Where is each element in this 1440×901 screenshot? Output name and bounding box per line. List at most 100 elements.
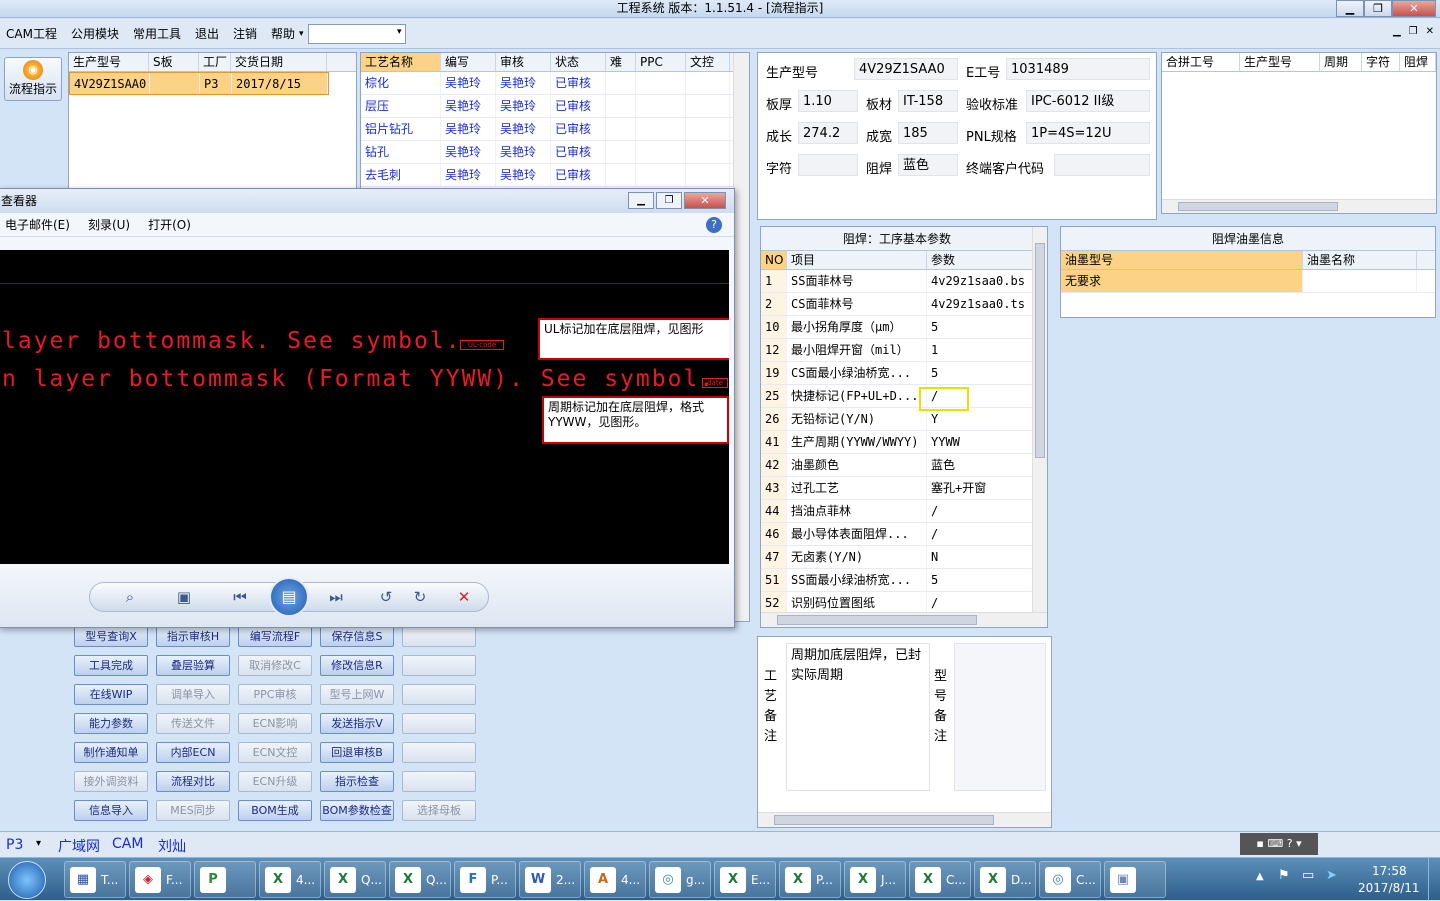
merge-col-period[interactable]: 周期: [1320, 53, 1362, 71]
action-button-2-4[interactable]: [402, 684, 476, 705]
taskbar-item[interactable]: X J...: [844, 861, 906, 898]
start-button[interactable]: [8, 861, 46, 899]
action-button-1-4[interactable]: [402, 655, 476, 676]
thick-value[interactable]: 1.10: [798, 90, 858, 112]
action-button-1-0[interactable]: 工具完成: [74, 655, 148, 676]
table-row[interactable]: 棕化 吴艳玲 吴艳玲 已审核: [361, 72, 749, 95]
table-row[interactable]: 铝片钻孔 吴艳玲 吴艳玲 已审核: [361, 118, 749, 141]
table-row[interactable]: 12 最小阻焊开窗（mil） 1: [761, 339, 1033, 362]
merge-scrollbar[interactable]: [1162, 199, 1436, 213]
action-button-5-0[interactable]: 接外调资料: [74, 771, 148, 792]
action-button-2-0[interactable]: 在线WIP: [74, 684, 148, 705]
taskbar-item[interactable]: A 4...: [584, 861, 646, 898]
zoom-icon[interactable]: ⌕: [115, 584, 145, 610]
model-value[interactable]: 4V29Z1SAA0: [854, 58, 958, 80]
action-button-3-2[interactable]: ECN影响: [238, 713, 312, 734]
viewer-menu-burn[interactable]: 刻录(U): [88, 216, 130, 233]
merge-col-char[interactable]: 字符: [1362, 53, 1400, 71]
merge-col-model[interactable]: 生产型号: [1240, 53, 1320, 71]
taskbar-item[interactable]: ◎ C...: [1039, 861, 1101, 898]
merge-col-job[interactable]: 合拼工号: [1162, 53, 1240, 71]
len-value[interactable]: 274.2: [798, 122, 858, 144]
mat-value[interactable]: IT-158: [898, 90, 958, 112]
flow-instruction-button[interactable]: ◉ 流程指示: [4, 57, 62, 101]
action-button-6-1[interactable]: MES同步: [156, 800, 230, 821]
taskbar-item[interactable]: ◎ g...: [649, 861, 711, 898]
action-button-4-4[interactable]: [402, 742, 476, 763]
taskbar-item[interactable]: P: [194, 861, 256, 898]
action-button-2-1[interactable]: 调单导入: [156, 684, 230, 705]
table-row[interactable]: 4V29Z1SAA0 P3 2017/8/15: [69, 72, 329, 95]
notes-scrollbar[interactable]: [758, 812, 1051, 827]
mdi-close-button[interactable]: ✕: [1426, 26, 1434, 37]
next-icon[interactable]: ⏭: [321, 584, 351, 610]
taskbar-item[interactable]: W 2...: [519, 861, 581, 898]
action-button-2-3[interactable]: 型号上网W: [320, 684, 394, 705]
wid-value[interactable]: 185: [898, 122, 958, 144]
action-button-5-4[interactable]: [402, 771, 476, 792]
taskbar-item[interactable]: X Q...: [324, 861, 386, 898]
jobs-col-factory[interactable]: 工厂: [199, 53, 231, 71]
ink-col-name[interactable]: 油墨名称: [1303, 251, 1417, 269]
tray-monitor-icon[interactable]: ▭: [1302, 868, 1314, 883]
process-notes-text[interactable]: 周期加底层阻焊，已封实际周期: [786, 643, 930, 791]
viewer-restore-button[interactable]: ❐: [656, 192, 682, 209]
ink-col-type[interactable]: 油墨型号: [1061, 251, 1303, 269]
table-row[interactable]: 46 最小导体表面阻焊... /: [761, 523, 1033, 546]
params-col-value[interactable]: 参数: [927, 251, 1033, 269]
merge-col-mask[interactable]: 阻焊: [1400, 53, 1436, 71]
action-button-6-3[interactable]: BOM参数检查: [320, 800, 394, 821]
taskbar-item[interactable]: ◈ F...: [129, 861, 191, 898]
cust-value[interactable]: [1054, 154, 1150, 176]
table-row[interactable]: 43 过孔工艺 塞孔+开窗: [761, 477, 1033, 500]
process-scrollbar[interactable]: [733, 53, 749, 621]
table-row[interactable]: 47 无卤素(Y/N) N: [761, 546, 1033, 569]
table-row[interactable]: 10 最小拐角厚度（μm） 5: [761, 316, 1033, 339]
params-col-no[interactable]: NO: [761, 251, 787, 269]
language-bar[interactable]: ▪ ⌨ ? ▾: [1240, 833, 1318, 855]
action-button-5-3[interactable]: 指示检查: [320, 771, 394, 792]
action-button-2-2[interactable]: PPC审核: [238, 684, 312, 705]
tray-app-icon[interactable]: ➤: [1326, 868, 1337, 883]
params-col-item[interactable]: 项目: [787, 251, 927, 269]
action-button-4-2[interactable]: ECN文控: [238, 742, 312, 763]
action-button-6-0[interactable]: 信息导入: [74, 800, 148, 821]
taskbar-item[interactable]: X E...: [714, 861, 776, 898]
minimize-button[interactable]: ▁: [1336, 0, 1364, 17]
table-row[interactable]: 42 油墨颜色 蓝色: [761, 454, 1033, 477]
process-col-reviewer[interactable]: 审核: [496, 53, 551, 71]
process-col-status[interactable]: 状态: [551, 53, 606, 71]
rotate-right-icon[interactable]: ↻: [405, 584, 435, 610]
action-button-6-4[interactable]: 选择母板: [402, 800, 476, 821]
mdi-minimize-button[interactable]: ▁: [1393, 26, 1401, 37]
pnl-value[interactable]: 1P=4S=12U: [1026, 122, 1150, 144]
help-icon[interactable]: ?: [706, 216, 722, 233]
action-button-0-1[interactable]: 指示审核H: [156, 626, 230, 647]
table-row[interactable]: 无要求: [1061, 270, 1435, 293]
menu-tools[interactable]: 常用工具: [133, 25, 181, 42]
action-button-3-0[interactable]: 能力参数: [74, 713, 148, 734]
jobs-col-model[interactable]: 生产型号: [69, 53, 149, 71]
action-button-3-4[interactable]: [402, 713, 476, 734]
action-button-6-2[interactable]: BOM生成: [238, 800, 312, 821]
e-value[interactable]: 1031489: [1006, 58, 1150, 80]
process-col-difficulty[interactable]: 难: [606, 53, 636, 71]
menu-combo-box[interactable]: [307, 23, 406, 44]
process-col-name[interactable]: 工艺名称: [361, 53, 441, 71]
taskbar-item[interactable]: X Q...: [389, 861, 451, 898]
table-row[interactable]: 26 无铅标记(Y/N) Y: [761, 408, 1033, 431]
jobs-col-date[interactable]: 交货日期: [231, 53, 327, 71]
action-button-1-3[interactable]: 修改信息R: [320, 655, 394, 676]
action-button-5-2[interactable]: ECN升级: [238, 771, 312, 792]
viewer-minimize-button[interactable]: ▁: [628, 192, 654, 209]
fit-window-icon[interactable]: ▣: [169, 584, 199, 610]
char-value[interactable]: [798, 154, 858, 176]
mdi-restore-button[interactable]: ❐: [1409, 26, 1418, 37]
scroll-thumb[interactable]: [777, 615, 977, 625]
table-row[interactable]: 51 SS面最小绿油桥宽... 5: [761, 569, 1033, 592]
menu-help[interactable]: 帮助: [271, 25, 295, 42]
action-button-4-3[interactable]: 回退审核B: [320, 742, 394, 763]
taskbar-item[interactable]: X P...: [779, 861, 841, 898]
taskbar-item[interactable]: X 4...: [259, 861, 321, 898]
table-row[interactable]: 25 快捷标记(FP+UL+D... /: [761, 385, 1033, 408]
